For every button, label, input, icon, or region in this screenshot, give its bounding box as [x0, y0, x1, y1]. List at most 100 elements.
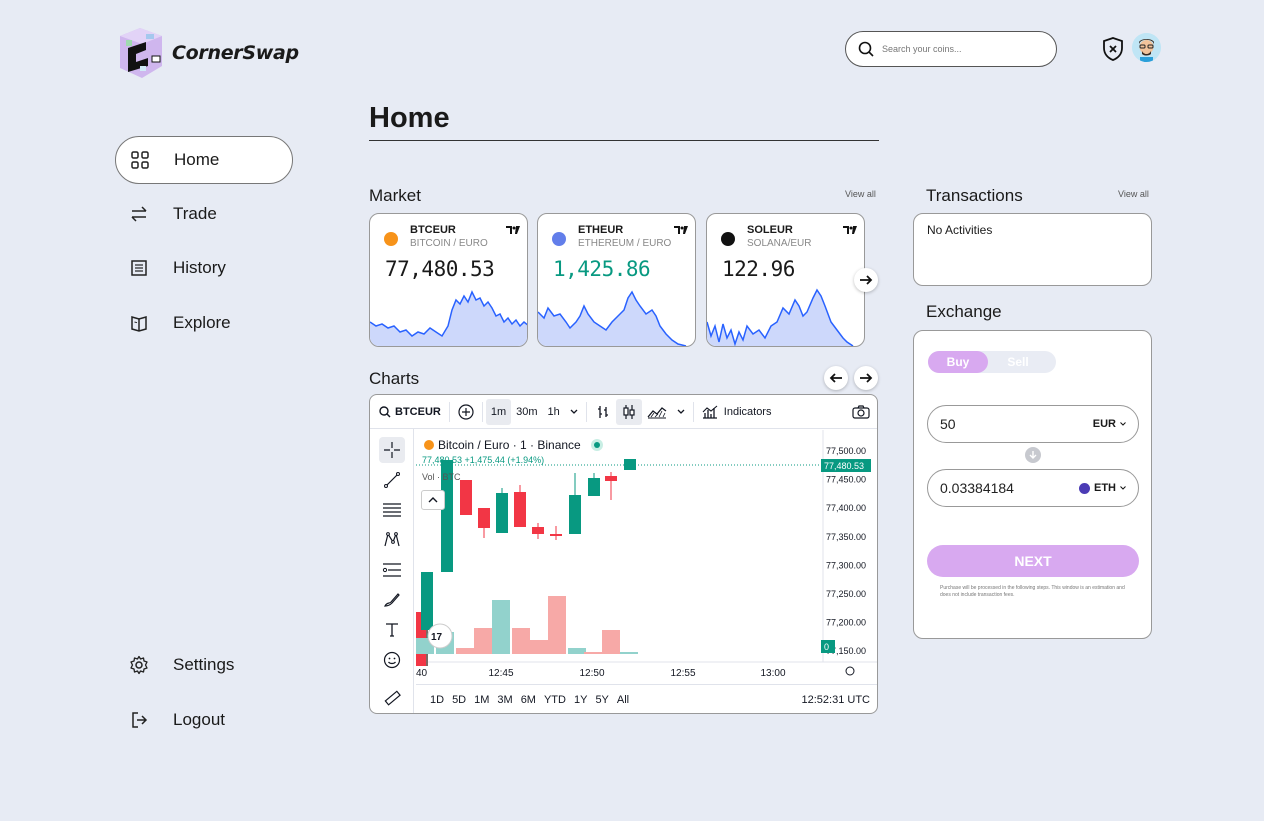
app-logo[interactable]: CornerSwap [116, 26, 299, 80]
chart-legend-values: 77,480.53 +1,475.44 (+1.94%) [422, 455, 545, 465]
area-chart-type-button[interactable] [642, 395, 672, 428]
charts-title: Charts [369, 369, 420, 388]
sidebar-item-logout[interactable]: Logout [115, 696, 293, 744]
pattern-icon [384, 531, 400, 547]
trend-line-tool[interactable] [379, 467, 405, 493]
market-view-all-link[interactable]: View all [845, 189, 876, 199]
text-tool[interactable] [379, 617, 405, 643]
horizontal-lines-icon [383, 503, 401, 517]
market-next-button[interactable] [854, 268, 878, 292]
pattern-tool[interactable] [379, 527, 405, 553]
tradingview-icon [674, 226, 688, 234]
currency-to-select[interactable]: ETH [1079, 482, 1126, 494]
chevron-down-icon [570, 409, 578, 414]
range-ytd[interactable]: YTD [540, 694, 570, 706]
collapse-legend-button[interactable] [421, 490, 445, 510]
sidebar-item-label: Trade [173, 204, 217, 223]
range-5y[interactable]: 5Y [591, 694, 612, 706]
chart-symbol: BTCEUR [395, 405, 441, 418]
sidebar-item-label: Settings [173, 655, 235, 674]
receipt-icon [129, 258, 149, 278]
chart-type-dropdown[interactable] [672, 395, 690, 428]
swap-direction-icon[interactable] [1025, 447, 1041, 463]
indicators-button[interactable]: Indicators [697, 395, 777, 428]
range-3m[interactable]: 3M [493, 694, 516, 706]
amount-to-input[interactable] [940, 480, 1060, 496]
sparkline-chart [538, 290, 695, 346]
sell-tab[interactable]: Sell [988, 351, 1048, 373]
time-tick-label: 12:55 [670, 668, 695, 679]
market-card-btceur[interactable]: BTCEUR BITCOIN / EURO 77,480.53 [369, 213, 528, 347]
transactions-view-all-link[interactable]: View all [1118, 189, 1149, 199]
interval-1h[interactable]: 1h [543, 395, 565, 428]
chevron-down-icon [1120, 422, 1126, 426]
user-avatar[interactable] [1132, 33, 1161, 62]
page-title: Home [369, 102, 450, 134]
volume-bar [474, 628, 492, 654]
smiley-icon [383, 651, 401, 669]
interval-30m[interactable]: 30m [511, 395, 542, 428]
charts-prev-button[interactable] [824, 366, 848, 390]
sidebar-item-explore[interactable]: Explore [115, 299, 293, 347]
sidebar-item-history[interactable]: History [115, 244, 293, 292]
currency-from-select[interactable]: EUR [1093, 418, 1126, 430]
market-pair: BTCEUR [410, 224, 456, 236]
plus-circle-icon [458, 403, 474, 420]
amount-from-input[interactable] [940, 416, 1060, 432]
sidebar-item-trade[interactable]: Trade [115, 190, 293, 238]
time-tick-label: 12:50 [579, 668, 604, 679]
market-price: 77,480.53 [385, 257, 495, 281]
candle-body [569, 495, 581, 534]
sidebar-item-home[interactable]: Home [115, 136, 293, 184]
shield-icon[interactable] [1101, 36, 1125, 62]
candle-body [421, 572, 433, 630]
fib-retracement-tool[interactable] [379, 497, 405, 523]
interval-dropdown[interactable] [565, 395, 583, 428]
sidebar-item-settings[interactable]: Settings [115, 641, 293, 689]
gear-icon [129, 655, 149, 675]
range-1d[interactable]: 1D [426, 694, 448, 706]
tradingview-watermark-glyph: 17 [431, 632, 443, 643]
sparkline-chart [370, 290, 527, 346]
charts-next-button[interactable] [854, 366, 878, 390]
crosshair-icon [384, 442, 400, 458]
search-input[interactable] [882, 44, 1032, 54]
candles-chart-type-button[interactable] [615, 398, 642, 425]
chart-clock: 12:52:31 UTC [801, 694, 870, 706]
projection-icon [382, 563, 401, 577]
indicators-label: Indicators [723, 405, 772, 418]
range-1m[interactable]: 1M [470, 694, 493, 706]
projection-tool[interactable] [379, 557, 405, 583]
range-all[interactable]: All [613, 694, 633, 706]
market-card-soleur[interactable]: SOLEUR SOLANA/EUR 122.96 [706, 213, 865, 347]
title-divider [369, 140, 879, 141]
market-card-etheur[interactable]: ETHEUR ETHEREUM / EURO 1,425.86 [537, 213, 696, 347]
sidebar-item-label: History [173, 258, 226, 277]
buy-tab[interactable]: Buy [928, 351, 988, 373]
interval-1m[interactable]: 1m [485, 398, 512, 425]
emoji-tool[interactable] [379, 647, 405, 673]
brush-tool[interactable] [379, 587, 405, 613]
range-6m[interactable]: 6M [517, 694, 540, 706]
tradingview-chart-widget[interactable]: BTCEUR 1m 30m 1h Indicators 77,500.00 77… [369, 394, 878, 714]
candlestick-plot[interactable]: 77,500.00 77,450.00 77,400.00 77,350.00 77,3… [416, 430, 878, 683]
bar-chart-type-button[interactable] [590, 395, 616, 428]
snapshot-button[interactable] [847, 395, 877, 428]
candles-icon [623, 404, 635, 419]
symbol-search-button[interactable]: BTCEUR [370, 395, 446, 428]
bitcoin-icon [384, 232, 398, 246]
range-5d[interactable]: 5D [448, 694, 470, 706]
coin-search-box[interactable] [845, 31, 1057, 67]
axis-settings-icon[interactable] [845, 666, 855, 676]
sparkline-chart [707, 288, 864, 346]
ruler-tool[interactable] [379, 685, 405, 711]
arrow-right-icon [860, 373, 873, 383]
text-icon [386, 623, 398, 637]
range-1y[interactable]: 1Y [570, 694, 591, 706]
crosshair-tool[interactable] [379, 437, 405, 463]
market-open-status-icon [590, 439, 603, 451]
next-button[interactable]: NEXT [927, 545, 1139, 577]
market-price: 1,425.86 [553, 257, 651, 281]
compare-symbol-button[interactable] [453, 395, 479, 428]
logout-icon [129, 710, 149, 730]
